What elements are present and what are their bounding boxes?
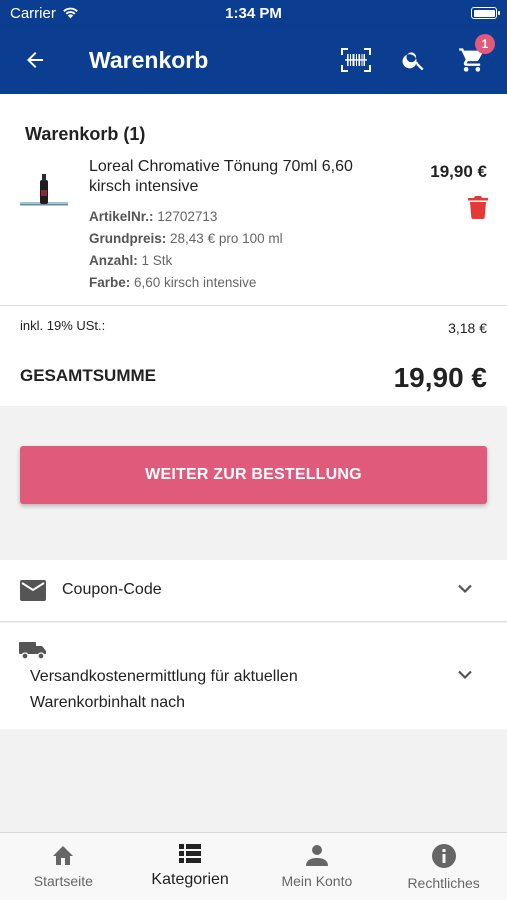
tab-label: Mein Konto xyxy=(281,873,353,889)
product-name[interactable]: Loreal Chromative Tönung 70ml 6,60 kirsc… xyxy=(89,157,389,197)
tab-label: Kategorien xyxy=(151,871,229,888)
app-bar: Warenkorb 1 xyxy=(0,26,507,94)
tab-mein-konto[interactable]: Mein Konto xyxy=(254,833,381,900)
checkout-button[interactable]: WEITER ZUR BESTELLUNG xyxy=(20,446,487,504)
chevron-down-icon xyxy=(458,670,472,680)
color: Farbe: 6,60 kirsch intensive xyxy=(89,275,257,290)
base-price: Grundpreis: 28,43 € pro 100 ml xyxy=(89,231,283,246)
truck-icon xyxy=(19,642,46,660)
barcode-scan-button[interactable] xyxy=(327,26,385,94)
mail-icon xyxy=(20,580,46,601)
shipping-cost-row[interactable]: Versandkostenermittlung für aktuellen Wa… xyxy=(0,623,507,729)
tab-label: Startseite xyxy=(33,873,93,889)
tab-startseite[interactable]: Startseite xyxy=(0,833,127,900)
cart-section: Warenkorb (1) Loreal Chromative Tönung 7… xyxy=(0,94,507,305)
wifi-icon xyxy=(63,7,78,19)
vat-value: 3,18 € xyxy=(448,320,487,336)
battery-icon xyxy=(471,7,500,19)
arrow-back-icon xyxy=(27,52,43,68)
article-number: ArtikelNr.: 12702713 xyxy=(89,209,218,224)
cart-button[interactable]: 1 xyxy=(443,26,501,94)
coupon-code-row[interactable]: Coupon-Code xyxy=(0,560,507,622)
vat-label: inkl. 19% USt.: xyxy=(20,318,106,333)
shipping-label-line1: Versandkostenermittlung für aktuellen xyxy=(30,668,298,685)
coupon-code-label: Coupon-Code xyxy=(62,581,162,598)
shipping-label-line2: Warenkorbinhalt nach xyxy=(30,694,186,711)
delete-item-button[interactable] xyxy=(468,195,488,224)
product-image[interactable] xyxy=(18,170,70,221)
info-icon xyxy=(431,844,456,868)
totals-section: inkl. 19% USt.: 3,18 € GESAMTSUMME 19,90… xyxy=(0,305,507,406)
bottom-tab-bar: Startseite Kategorien Mein Konto Rechtli… xyxy=(0,832,507,900)
tab-rechtliches[interactable]: Rechtliches xyxy=(380,833,507,900)
cart-heading: Warenkorb (1) xyxy=(25,124,146,144)
home-icon xyxy=(53,846,74,865)
total-value: 19,90 € xyxy=(393,362,487,393)
quantity: Anzahl: 1 Stk xyxy=(89,253,173,268)
clock: 1:34 PM xyxy=(225,4,282,22)
total-label: GESAMTSUMME xyxy=(20,366,156,385)
person-icon xyxy=(305,845,328,866)
search-icon xyxy=(402,52,424,71)
chevron-down-icon xyxy=(458,584,472,594)
tab-label: Rechtliches xyxy=(407,875,480,891)
carrier-label: Carrier xyxy=(10,4,56,22)
barcode-scan-icon xyxy=(341,48,371,72)
tab-kategorien[interactable]: Kategorien xyxy=(127,833,254,900)
trash-icon xyxy=(468,196,488,220)
status-bar: Carrier 1:34 PM xyxy=(0,0,507,26)
back-button[interactable] xyxy=(0,26,70,94)
list-icon xyxy=(179,844,202,863)
page-title: Warenkorb xyxy=(89,46,209,73)
search-button[interactable] xyxy=(385,26,443,94)
cart-count-badge: 1 xyxy=(475,34,495,54)
product-price: 19,90 € xyxy=(430,162,487,181)
